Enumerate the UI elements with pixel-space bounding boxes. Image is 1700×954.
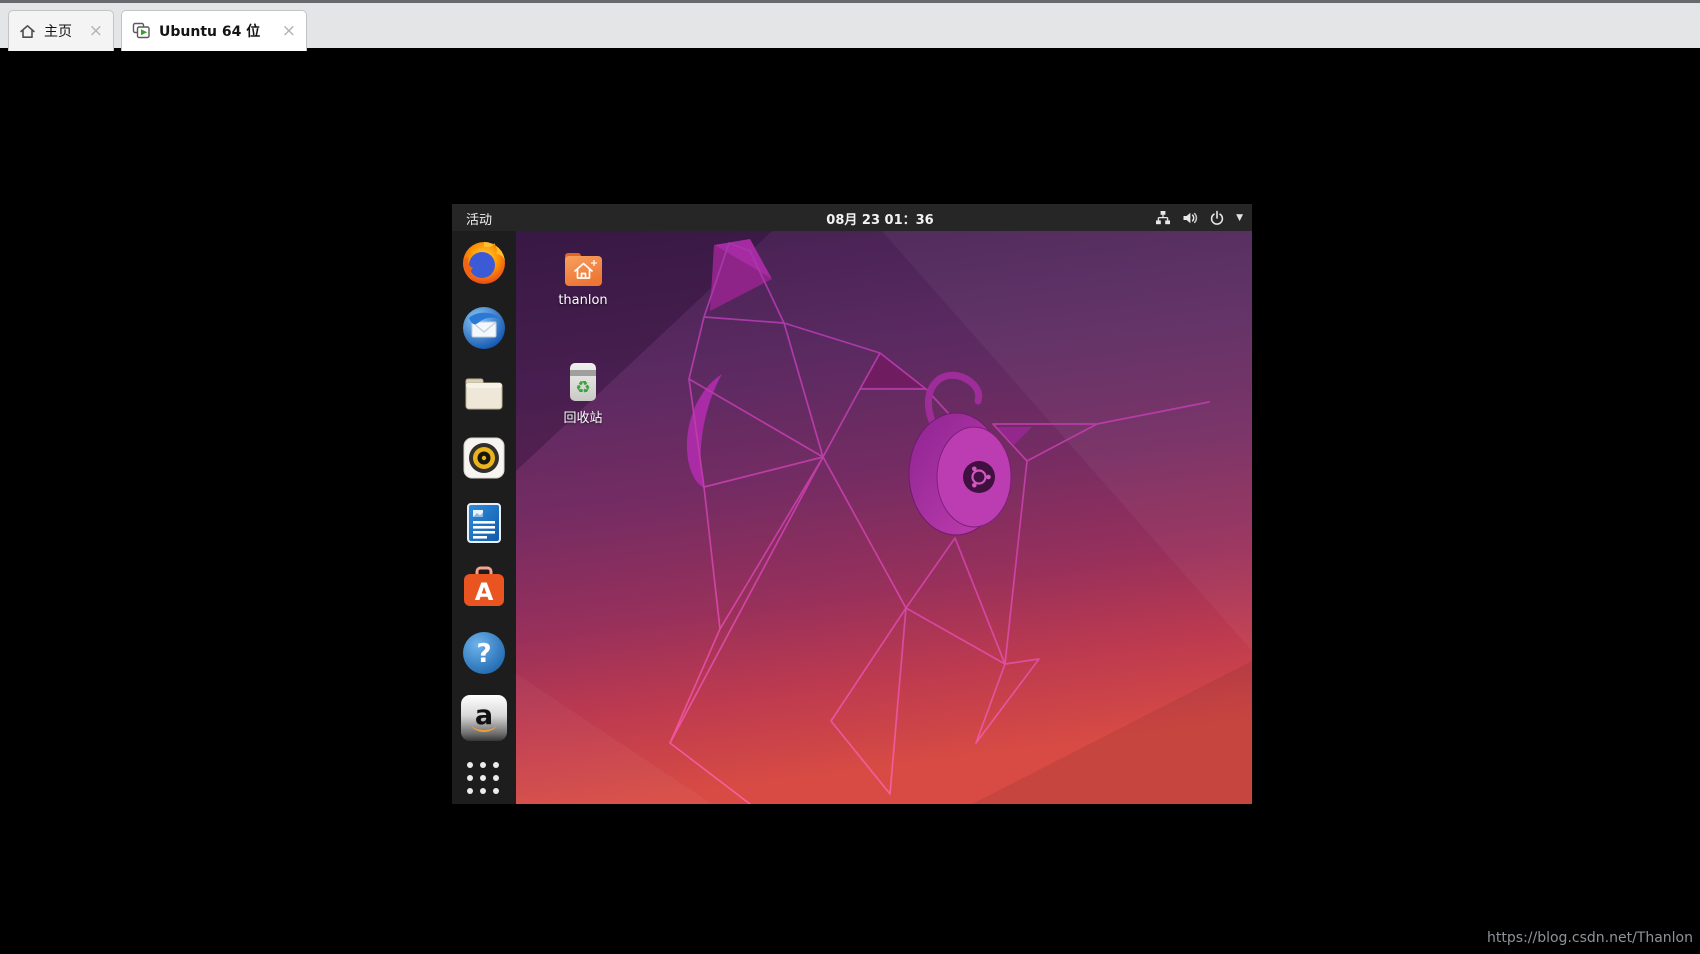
tab-home[interactable]: 主页 × [8,10,114,51]
desktop-icon-label: thanlon [547,293,619,308]
home-folder-icon [559,246,607,290]
vm-screen: 活动 08月 23 01：36 ▼ [452,204,1252,804]
vmware-tab-strip: 主页 × Ubuntu 64 位 × [0,0,1700,48]
dock-item-firefox[interactable] [461,240,507,286]
dock-item-help[interactable]: ? [461,630,507,676]
ubuntu-wallpaper [452,231,1252,804]
tab-ubuntu-label: Ubuntu 64 位 [159,21,260,41]
activities-button[interactable]: 活动 [466,209,492,228]
dock-item-amazon[interactable]: a [461,695,507,741]
svg-text:A: A [475,578,494,606]
tab-home-label: 主页 [44,21,72,41]
power-icon[interactable] [1209,210,1225,226]
dock-item-thunderbird[interactable] [461,305,507,351]
recycle-icon: ♻ [575,378,590,398]
volume-icon[interactable] [1182,210,1198,226]
tab-home-close-icon[interactable]: × [89,23,103,40]
svg-text:?: ? [476,639,491,669]
desktop-icon-home-folder[interactable]: thanlon [547,246,619,308]
desktop-icon-label: 回收站 [547,407,619,426]
amazon-smile-icon [471,722,497,732]
dock: A ? a [452,231,516,804]
system-tray[interactable]: ▼ [1155,204,1243,231]
desktop-icon-trash[interactable]: ♻ 回收站 [547,360,619,426]
network-icon[interactable] [1155,210,1171,226]
home-icon [19,23,36,40]
dock-item-ubuntu-software[interactable]: A [461,565,507,611]
tab-ubuntu-close-icon[interactable]: × [282,23,296,40]
vm-play-icon [132,22,151,40]
clock[interactable]: 08月 23 01：36 [826,209,933,228]
csdn-watermark: https://blog.csdn.net/Thanlon [1487,930,1693,946]
gnome-top-bar: 活动 08月 23 01：36 ▼ [452,204,1252,231]
tab-ubuntu-vm[interactable]: Ubuntu 64 位 × [121,10,307,51]
trash-icon: ♻ [563,360,603,404]
dock-item-files[interactable] [461,370,507,416]
dock-item-rhythmbox[interactable] [461,435,507,481]
caret-down-icon[interactable]: ▼ [1236,213,1243,223]
dock-item-libreoffice-writer[interactable] [461,500,507,546]
app-grid-button[interactable] [467,762,501,796]
